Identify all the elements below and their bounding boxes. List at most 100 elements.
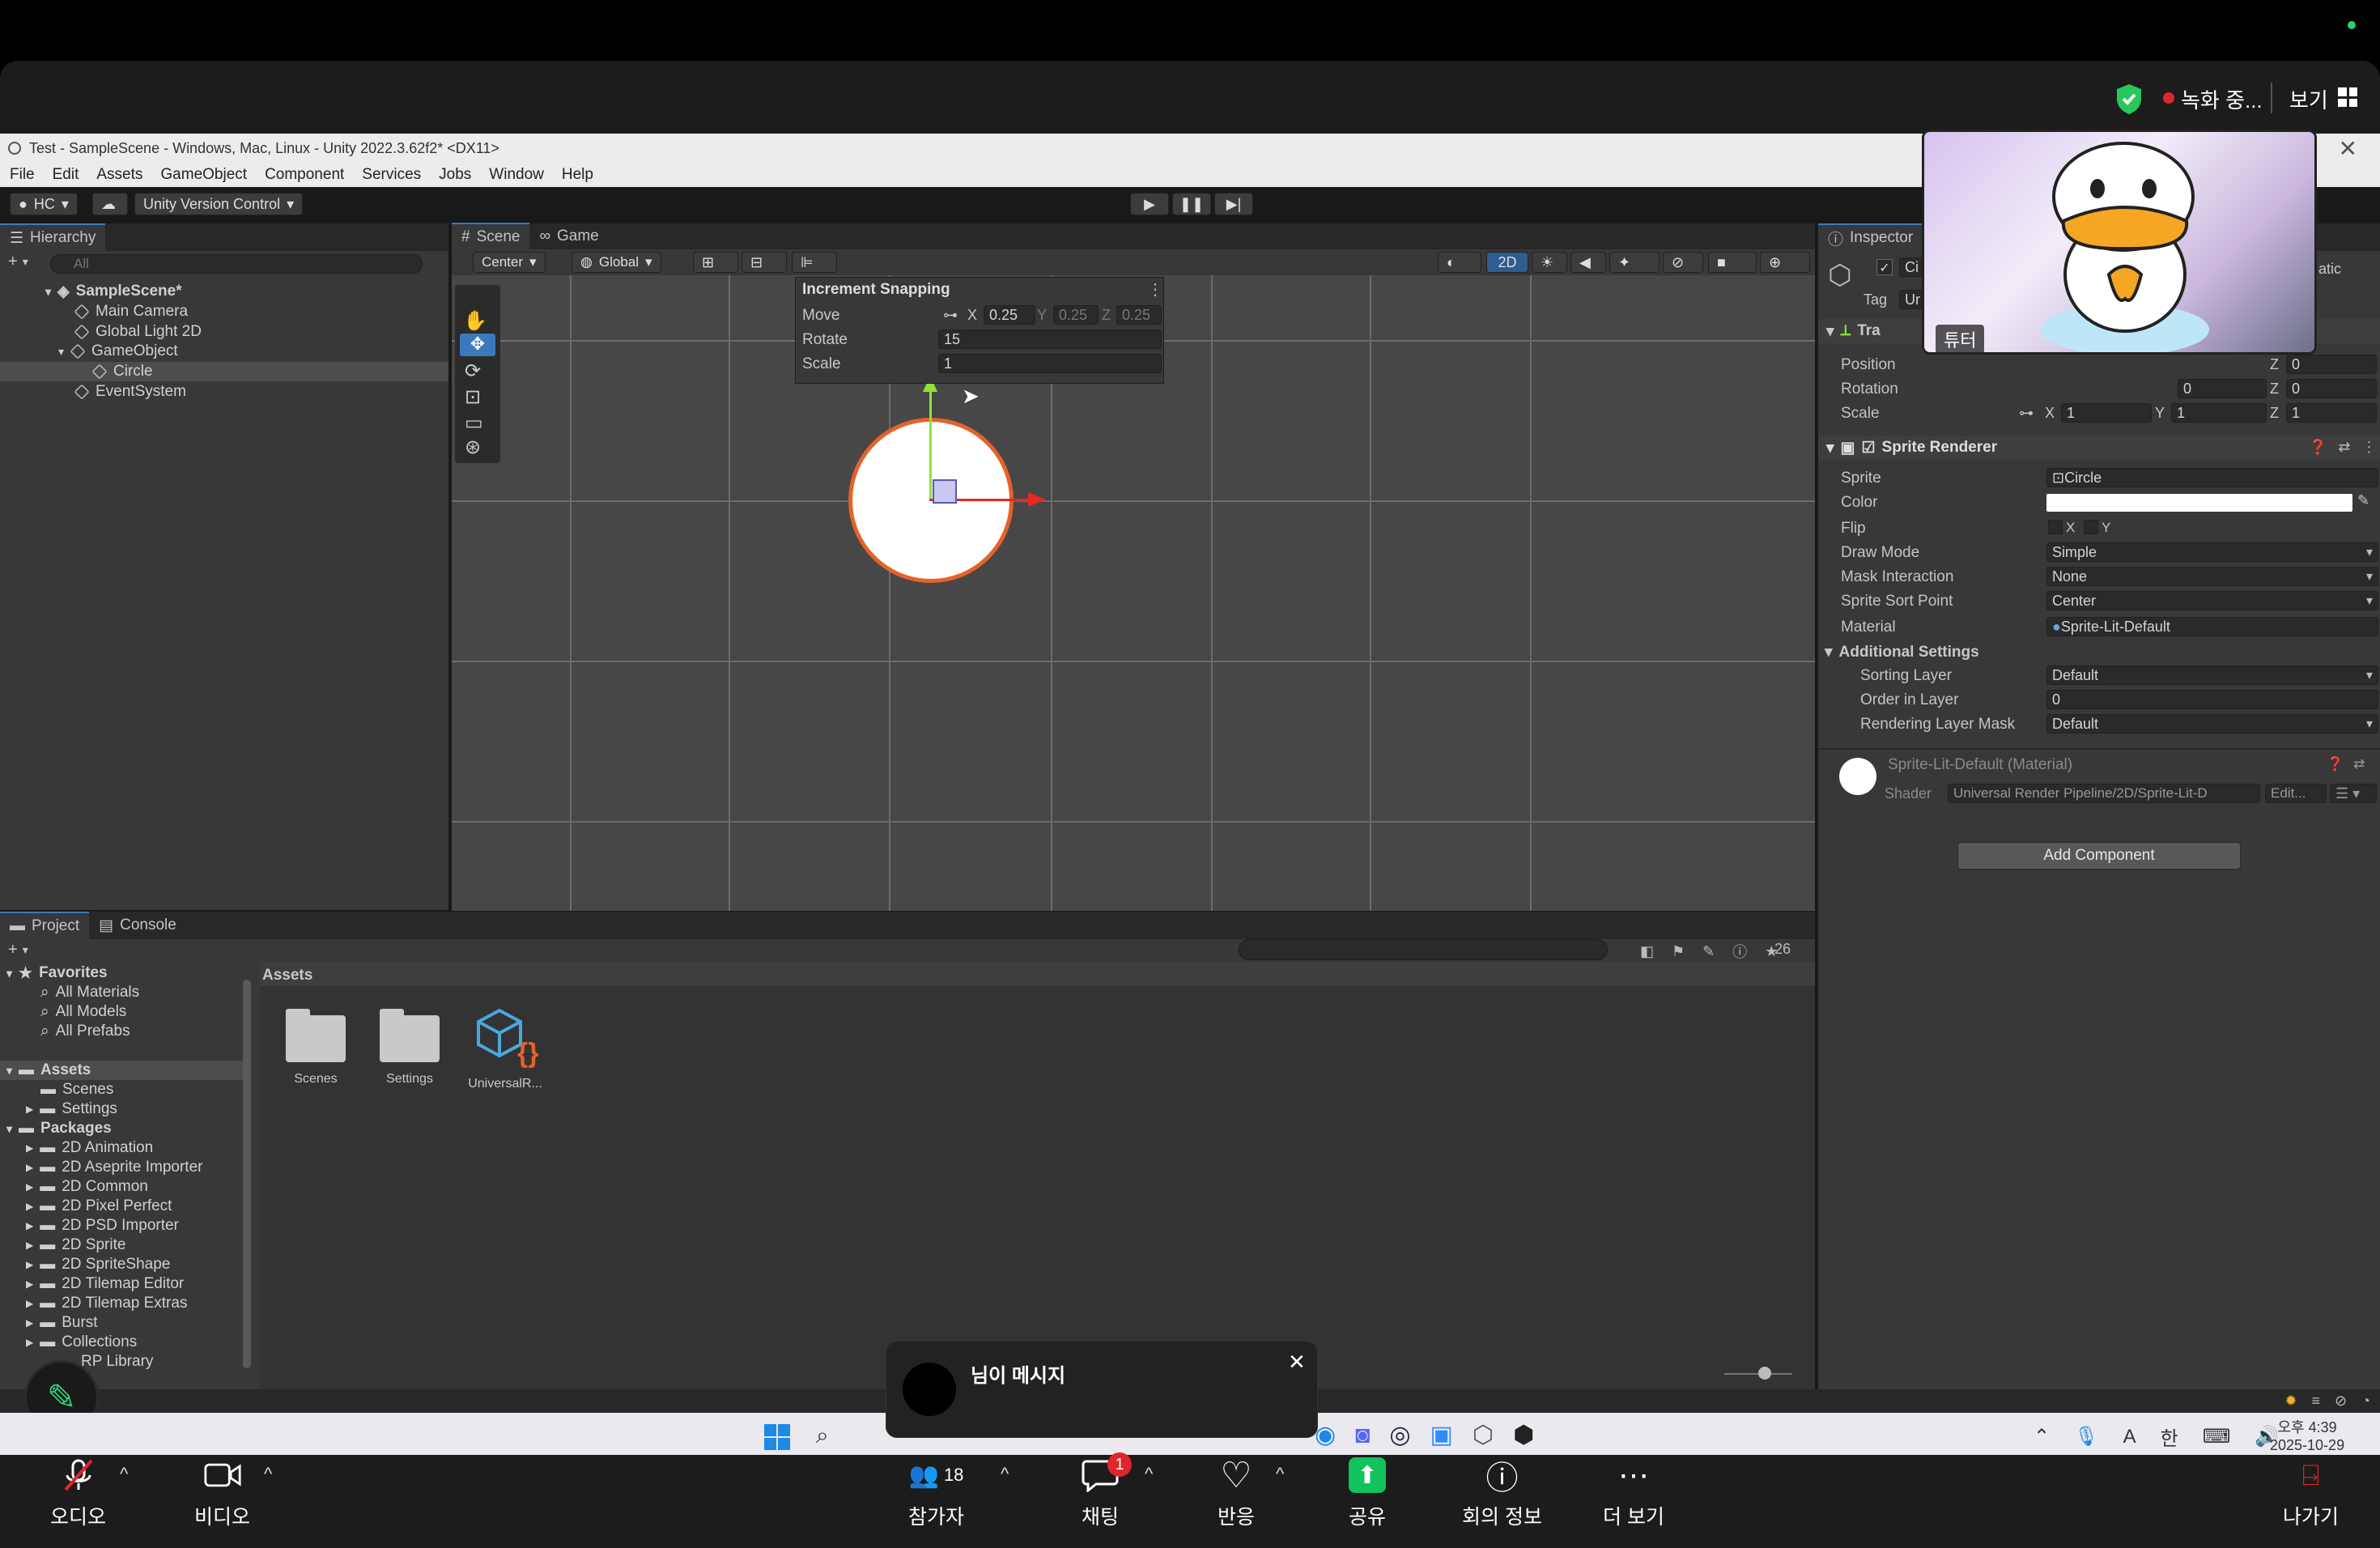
move-gizmo-plane-handle[interactable]	[933, 479, 957, 504]
more-button[interactable]: ⋯ 더 보기	[1603, 1457, 1664, 1530]
eyedropper-icon[interactable]: ✎	[2357, 492, 2369, 509]
network-icon[interactable]: ⌨	[2203, 1425, 2231, 1448]
share-button[interactable]: ⬆ 공유	[1349, 1457, 1386, 1530]
flip-y-checkbox[interactable]	[2084, 520, 2098, 534]
ime-lang[interactable]: A	[2123, 1426, 2136, 1448]
menu-help[interactable]: Help	[562, 166, 593, 184]
favorites-foldout[interactable]: ▾ ★ Favorites	[6, 963, 108, 983]
zoom-app-icon[interactable]: ▣	[1430, 1421, 1453, 1449]
constrain-link-icon[interactable]: ⊶	[2019, 405, 2034, 422]
material-field[interactable]: ● Sprite-Lit-Default	[2046, 617, 2378, 636]
tag-icon[interactable]: ✎	[1702, 943, 1715, 960]
tree-item-package[interactable]: RP Library	[81, 1352, 153, 1372]
step-button[interactable]: ▶|	[1214, 193, 1253, 215]
tab-hierarchy[interactable]: ☰ Hierarchy	[0, 223, 106, 251]
sprite-renderer-header[interactable]: ▾ ▣ ☑ Sprite Renderer	[1818, 436, 2380, 460]
active-checkbox[interactable]: ✓	[1876, 259, 1893, 275]
menu-window[interactable]: Window	[489, 166, 544, 184]
scale-field[interactable]: 1	[938, 354, 1162, 373]
tree-item-package[interactable]: ▶ ▬ 2D Tilemap Extras	[26, 1294, 187, 1313]
video-button[interactable]: 비디오	[194, 1457, 250, 1530]
2d-toggle[interactable]: 2D	[1486, 252, 1528, 273]
hand-tool-icon[interactable]: ✋	[463, 309, 487, 333]
audio-toggle[interactable]: ◀	[1570, 252, 1606, 273]
search-by-type-icon[interactable]: ◧	[1640, 943, 1654, 960]
warning-icon[interactable]: ⓘ	[1732, 941, 1747, 962]
tab-game[interactable]: ∞ Game	[529, 223, 608, 250]
participants-button[interactable]: 👥 18 참가자	[908, 1457, 964, 1530]
rotate-tool-icon[interactable]: ⟳	[465, 359, 481, 383]
tree-item-scenes[interactable]: ▬ Scenes	[40, 1080, 113, 1099]
shader-dropdown[interactable]: Universal Render Pipeline/2D/Sprite-Lit-…	[1948, 784, 2260, 803]
tree-item-package[interactable]: ▶ ▬ 2D PSD Importer	[26, 1216, 179, 1235]
leave-button[interactable]: ⍈ 나가기	[2283, 1457, 2339, 1530]
project-search-input[interactable]	[1239, 939, 1608, 960]
reactions-button[interactable]: ♡ 반응	[1218, 1456, 1255, 1530]
sprite-field[interactable]: ⊡ Circle	[2046, 468, 2378, 487]
more-icon[interactable]: ⋮	[1147, 279, 1163, 300]
packages-foldout[interactable]: ▾ ▬ Packages	[6, 1119, 112, 1138]
scale-x-field[interactable]: 1	[2061, 403, 2152, 423]
draw-mode-dropdown[interactable]: Simple	[2046, 542, 2378, 562]
tab-inspector[interactable]: ⓘ Inspector	[1818, 223, 1923, 251]
menu-edit[interactable]: Edit	[53, 166, 79, 184]
tree-item-global-light[interactable]: Global Light 2D	[74, 322, 202, 342]
pivot-dropdown[interactable]: Center ▾	[473, 252, 546, 273]
preset-icon[interactable]: ⇄	[2353, 756, 2365, 772]
sorting-layer-dropdown[interactable]: Default	[2046, 666, 2378, 685]
tree-item-package[interactable]: ▶ ▬ 2D Common	[26, 1177, 148, 1197]
scale-y-field[interactable]: 1	[2171, 403, 2267, 423]
menu-component[interactable]: Component	[265, 166, 344, 184]
tree-item-package[interactable]: ▶ ▬ Collections	[26, 1333, 137, 1352]
menu-assets[interactable]: Assets	[96, 166, 142, 184]
tree-item-main-camera[interactable]: Main Camera	[74, 302, 188, 321]
flip-x-checkbox[interactable]	[2048, 520, 2063, 534]
add-component-button[interactable]: Add Component	[1957, 842, 2241, 870]
tree-item-settings[interactable]: ▶ ▬ Settings	[26, 1099, 117, 1119]
meeting-info-button[interactable]: ⓘ 회의 정보	[1462, 1457, 1542, 1530]
recording-status[interactable]: 녹화 중...	[2181, 84, 2263, 114]
gizmos-dropdown[interactable]: ⊕	[1760, 252, 1810, 273]
help-icon[interactable]: ❓	[2327, 756, 2344, 772]
discord-icon[interactable]: ◙	[1355, 1422, 1370, 1449]
label-icon[interactable]: ⚑	[1672, 943, 1685, 960]
move-y-field[interactable]: 0.25	[1053, 305, 1099, 325]
close-window-icon[interactable]: ✕	[2339, 135, 2357, 162]
link-icon[interactable]: ⊶	[943, 307, 958, 324]
search-icon[interactable]: ⌕	[816, 1423, 829, 1449]
tab-console[interactable]: ▤ Console	[89, 912, 186, 939]
shield-icon[interactable]	[2114, 83, 2144, 115]
unity-hub-icon[interactable]: ⬡	[1473, 1421, 1494, 1449]
close-icon[interactable]: ✕	[1288, 1350, 1306, 1375]
lighting-toggle[interactable]: ☀	[1532, 252, 1567, 273]
ime-mode[interactable]: 한	[2161, 1423, 2178, 1451]
scale-tool-icon[interactable]: ⊡	[465, 385, 481, 409]
video-options-caret[interactable]: ^	[264, 1464, 272, 1485]
menu-gameobject[interactable]: GameObject	[160, 166, 247, 184]
sort-point-dropdown[interactable]: Center	[2046, 591, 2378, 610]
tab-scene[interactable]: # Scene	[452, 223, 530, 250]
tab-project[interactable]: ▬ Project	[0, 912, 90, 939]
menu-jobs[interactable]: Jobs	[439, 166, 471, 184]
audio-button[interactable]: 오디오	[50, 1457, 106, 1530]
assets-breadcrumb[interactable]: Assets	[261, 962, 1815, 986]
preset-icon[interactable]: ⇄	[2338, 439, 2350, 456]
asset-folder-scenes[interactable]: Scenes	[285, 1009, 346, 1087]
light-icon[interactable]: ✹	[2284, 1393, 2297, 1410]
tree-item-package[interactable]: ▶ ▬ 2D Tilemap Editor	[26, 1274, 184, 1294]
windows-start-icon[interactable]	[764, 1424, 790, 1450]
additional-settings-foldout[interactable]: ▾ Additional Settings	[1825, 643, 1979, 661]
color-swatch[interactable]	[2046, 494, 2352, 512]
tree-item-gameobject[interactable]: ▾ GameObject	[58, 342, 178, 361]
layers-icon[interactable]: ≡	[2312, 1393, 2321, 1410]
enabled-checkbox[interactable]: ☑	[1862, 439, 1876, 457]
steam-icon[interactable]: ◎	[1389, 1421, 1410, 1449]
tree-item-package[interactable]: ▶ ▬ 2D Animation	[26, 1138, 153, 1158]
transform-tool-icon[interactable]: ⊛	[465, 436, 481, 459]
pause-button[interactable]: ❚❚	[1172, 193, 1211, 215]
rotation-y-field[interactable]: 0	[2178, 379, 2267, 398]
hierarchy-search-input[interactable]	[50, 254, 423, 274]
view-button[interactable]: 보기	[2289, 84, 2328, 114]
participants-options-caret[interactable]: ^	[1001, 1464, 1009, 1485]
camera-dropdown[interactable]: ■	[1708, 252, 1757, 273]
